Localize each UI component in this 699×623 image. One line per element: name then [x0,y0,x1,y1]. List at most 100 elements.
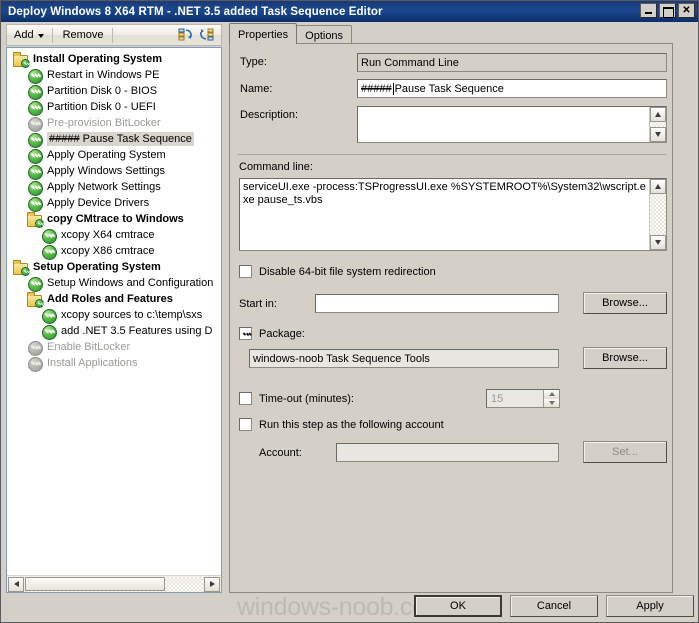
tree-node[interactable]: Enable BitLocker [7,339,221,356]
toolbar-separator [51,27,53,43]
close-button[interactable]: ✕ [678,3,695,18]
command-line-input[interactable]: serviceUI.exe -process:TSProgressUI.exe … [239,178,667,251]
package-checkbox[interactable] [239,327,252,340]
arrow-down-icon [655,240,661,245]
task-sequence-editor-window: Deploy Windows 8 X64 RTM - .NET 3.5 adde… [0,0,699,623]
command-line-scrollbar[interactable] [649,179,666,250]
arrow-up-icon [655,112,661,117]
title-bar[interactable]: Deploy Windows 8 X64 RTM - .NET 3.5 adde… [1,1,698,22]
start-in-input[interactable] [315,294,559,313]
check-icon [27,84,43,100]
folder-icon [13,260,30,276]
tab-options[interactable]: Options [296,25,353,44]
tab-properties[interactable]: Properties [229,23,298,44]
tree-node-label-prefix: ##### [49,133,80,145]
name-input[interactable]: ##### Pause Task Sequence [357,79,667,98]
tree-node-label: xcopy X86 cmtrace [61,245,155,257]
move-up-icon[interactable] [178,27,194,43]
package-browse-button[interactable]: Browse... [583,347,667,369]
tree-node-label: Install Operating System [33,53,162,65]
check-icon [27,132,43,148]
tree-node[interactable]: xcopy sources to c:\temp\sxs [7,307,221,324]
check-disabled-icon [27,340,43,356]
scroll-track[interactable] [25,576,203,592]
description-scrollbar[interactable] [649,107,666,142]
scroll-right-button[interactable] [204,576,220,592]
ok-button-label: OK [450,600,466,612]
scroll-thumb[interactable] [25,577,165,591]
task-sequence-tree[interactable]: Install Operating System Restart in Windo… [6,47,222,593]
tree-node[interactable]: ##### Pause Task Sequence [7,131,221,148]
folder-icon [27,292,44,308]
tree-node-label: xcopy X64 cmtrace [61,229,155,241]
tree-node-label: Apply Operating System [47,149,166,161]
description-input[interactable] [357,106,667,143]
timeout-stepper[interactable]: 15 [486,389,560,408]
add-button[interactable]: Add [9,27,49,43]
tree-node-label: add .NET 3.5 Features using D [61,325,213,337]
check-icon [27,164,43,180]
check-disabled-icon [27,356,43,372]
tree-node[interactable]: xcopy X86 cmtrace [7,243,221,260]
minimize-button[interactable] [640,3,657,18]
tree-node[interactable]: Apply Operating System [7,147,221,164]
package-row[interactable]: Package: [239,327,305,340]
tree-node[interactable]: Install Applications [7,355,221,372]
arrow-right-icon [209,581,215,587]
timeout-checkbox[interactable] [239,392,252,405]
properties-panel: Properties Options Type: Run Command Lin… [229,23,695,593]
tree-node[interactable]: Pre-provision BitLocker [7,115,221,132]
disable-redirection-checkbox[interactable] [239,265,252,278]
timeout-decrement-button[interactable] [543,398,559,407]
move-down-icon[interactable] [199,27,215,43]
scroll-down-button[interactable] [650,127,666,142]
tree-node[interactable]: copy CMtrace to Windows [7,211,221,228]
tree-node[interactable]: xcopy X64 cmtrace [7,227,221,244]
check-disabled-icon [27,116,43,132]
timeout-row[interactable]: Time-out (minutes): [239,392,354,405]
scroll-left-button[interactable] [8,576,24,592]
disable-redirection-row[interactable]: Disable 64-bit file system redirection [239,265,436,278]
scroll-down-button[interactable] [650,235,666,250]
tree-node[interactable]: Apply Network Settings [7,179,221,196]
timeout-spinner-buttons[interactable] [543,390,559,407]
tree-node[interactable]: Install Operating System [7,51,221,68]
timeout-increment-button[interactable] [543,390,559,399]
tree-node-label: Apply Windows Settings [47,165,165,177]
arrow-up-icon [655,184,661,189]
maximize-button[interactable] [659,3,676,18]
tab-properties-label: Properties [238,29,289,41]
tree-horizontal-scrollbar[interactable] [7,575,221,592]
tree-node[interactable]: Partition Disk 0 - UEFI [7,99,221,116]
tree-node[interactable]: Setup Windows and Configuration [7,275,221,292]
tree-node[interactable]: Restart in Windows PE [7,67,221,84]
set-account-button[interactable]: Set... [583,441,667,463]
apply-button[interactable]: Apply [606,595,694,617]
name-label: Name: [240,83,273,95]
tree-node[interactable]: Partition Disk 0 - BIOS [7,83,221,100]
start-in-browse-button[interactable]: Browse... [583,292,667,314]
package-input[interactable]: windows-noob Task Sequence Tools [249,349,559,368]
tree-node-label: Setup Windows and Configuration [47,277,214,289]
scroll-up-button[interactable] [650,179,666,194]
package-value: windows-noob Task Sequence Tools [253,352,430,365]
arrow-down-icon [655,132,661,137]
remove-button[interactable]: Remove [58,27,109,43]
check-icon [41,308,57,324]
timeout-label: Time-out (minutes): [259,392,354,405]
tree-node[interactable]: add .NET 3.5 Features using D [7,323,221,340]
start-in-browse-label: Browse... [602,297,648,309]
check-badge-icon [35,218,44,228]
run-as-checkbox[interactable] [239,418,252,431]
run-as-row[interactable]: Run this step as the following account [239,418,444,431]
cancel-button[interactable]: Cancel [510,595,598,617]
tree-node[interactable]: Apply Device Drivers [7,195,221,212]
scroll-up-button[interactable] [650,107,666,122]
ok-button[interactable]: OK [414,595,502,617]
tree-node[interactable]: Setup Operating System [7,259,221,276]
tree-node-label: copy CMtrace to Windows [47,213,184,225]
tree-node[interactable]: Apply Windows Settings [7,163,221,180]
tree-node[interactable]: Add Roles and Features [7,291,221,308]
command-line-value: serviceUI.exe -process:TSProgressUI.exe … [243,181,646,206]
window-title: Deploy Windows 8 X64 RTM - .NET 3.5 adde… [8,5,383,18]
